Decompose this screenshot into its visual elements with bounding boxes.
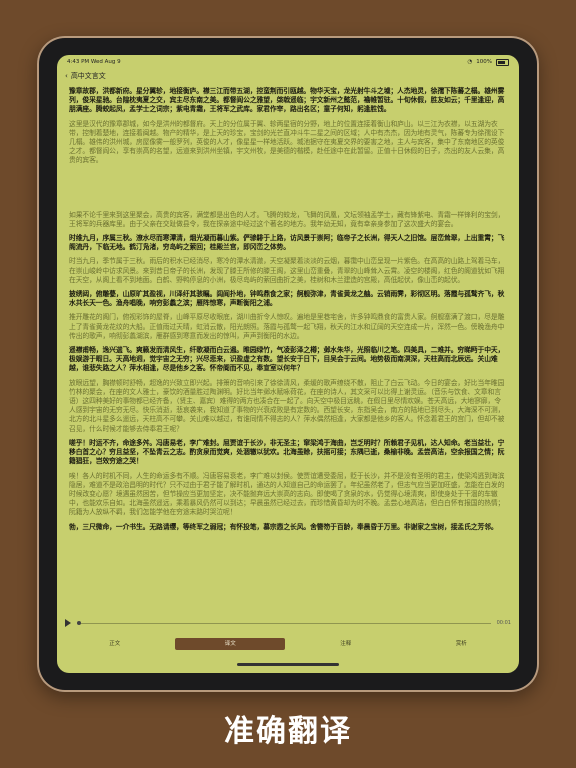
- home-indicator: [237, 663, 339, 666]
- status-time: 4:43 PM: [67, 59, 90, 65]
- tab-translation[interactable]: 译文: [175, 638, 286, 650]
- section-translation: 唉！各人的时机不同，人生的命运多有不顺。冯唐容易衰老，李广难以封侯。使贾谊遭受委…: [69, 471, 505, 517]
- segment-tabs: 正文 译文 注释 赏析: [57, 637, 519, 651]
- promo-caption: 准确翻译: [224, 714, 352, 749]
- status-date: Wed Aug 9: [90, 59, 121, 65]
- slider-knob[interactable]: [77, 620, 81, 625]
- audio-player: 00:01: [57, 616, 519, 630]
- section-translation: 这里是汉代的豫章郡城，如今是洪州的都督府。天上的分位属于翼、轸两星宿的分野，地上…: [69, 119, 505, 165]
- reading-content[interactable]: 豫章故郡，洪都新府。星分翼轸，地接衡庐。襟三江而带五湖，控蛮荆而引瓯越。物华天宝…: [57, 83, 519, 625]
- section-original: 嗟乎！时运不齐，命途多舛。冯唐易老，李广难封。屈贾谊于长沙，非无圣主；窜梁鸿于海…: [69, 438, 505, 466]
- play-icon[interactable]: [65, 619, 71, 627]
- tab-notes[interactable]: 注释: [291, 638, 401, 650]
- section-original: 时维九月，序属三秋。潦水尽而寒潭清，烟光凝而暮山紫。俨骖騑于上路，访风景于崇阿；…: [69, 234, 505, 252]
- section-original: 豫章故郡，洪都新府。星分翼轸，地接衡庐。襟三江而带五湖，控蛮荆而引瓯越。物华天宝…: [69, 87, 505, 114]
- battery-percent: 100%: [476, 59, 492, 65]
- battery-icon: [496, 58, 509, 66]
- back-chevron-icon[interactable]: ‹: [65, 72, 68, 80]
- wifi-icon: ◔: [467, 59, 473, 65]
- app-screen: 4:43 PM Wed Aug 9 ◔ 100% ‹ 高中文言文 豫章故郡，洪都…: [57, 55, 519, 673]
- audio-time: 00:01: [496, 620, 511, 626]
- tab-original[interactable]: 正文: [60, 638, 170, 650]
- audio-progress-slider[interactable]: [77, 620, 491, 625]
- section-original: 勃，三尺微命，一介书生。无路请缨，等终军之弱冠；有怀投笔，慕宗悫之长风。舍簪笏于…: [69, 522, 498, 531]
- nav-bar: ‹ 高中文言文: [57, 69, 519, 83]
- back-button-label[interactable]: 高中文言文: [71, 71, 106, 81]
- section-translation: 时当九月，季节属于三秋。雨后的积水已经消尽，寒冷的潭水清澈，天空凝聚着淡淡的云烟…: [69, 257, 505, 284]
- status-bar: 4:43 PM Wed Aug 9 ◔ 100%: [57, 55, 519, 69]
- section-translation: 如果不论千里来到这里聚会，高贵的宾客，满堂都是出色的人才。飞腾的蛟龙，飞舞的凤凰…: [69, 210, 505, 228]
- section-translation: 放眼远望，胸襟顿时舒畅，超逸的兴致立即兴起。排箫的音响引来了徐徐清风，柔缓的歌声…: [69, 378, 505, 433]
- section-original: 披绣闼，俯雕甍，山原旷其盈视，川泽纡其骇瞩。闾阎扑地，钟鸣鼎食之家；舸舰弥津，青…: [69, 290, 505, 308]
- section-translation: 推开雕花的阁门，俯视彩饰的屋脊，山峰平原尽收眼底，湖川曲折令人惊叹。遍地是里巷宅…: [69, 313, 505, 340]
- section-original: 遥襟甫畅，逸兴遄飞。爽籁发而清风生，纤歌凝而白云遏。睢园绿竹，气凌彭泽之樽；邺水…: [69, 346, 505, 373]
- tablet-device: 4:43 PM Wed Aug 9 ◔ 100% ‹ 高中文言文 豫章故郡，洪都…: [37, 36, 539, 692]
- tab-appreciation[interactable]: 赏析: [406, 638, 516, 650]
